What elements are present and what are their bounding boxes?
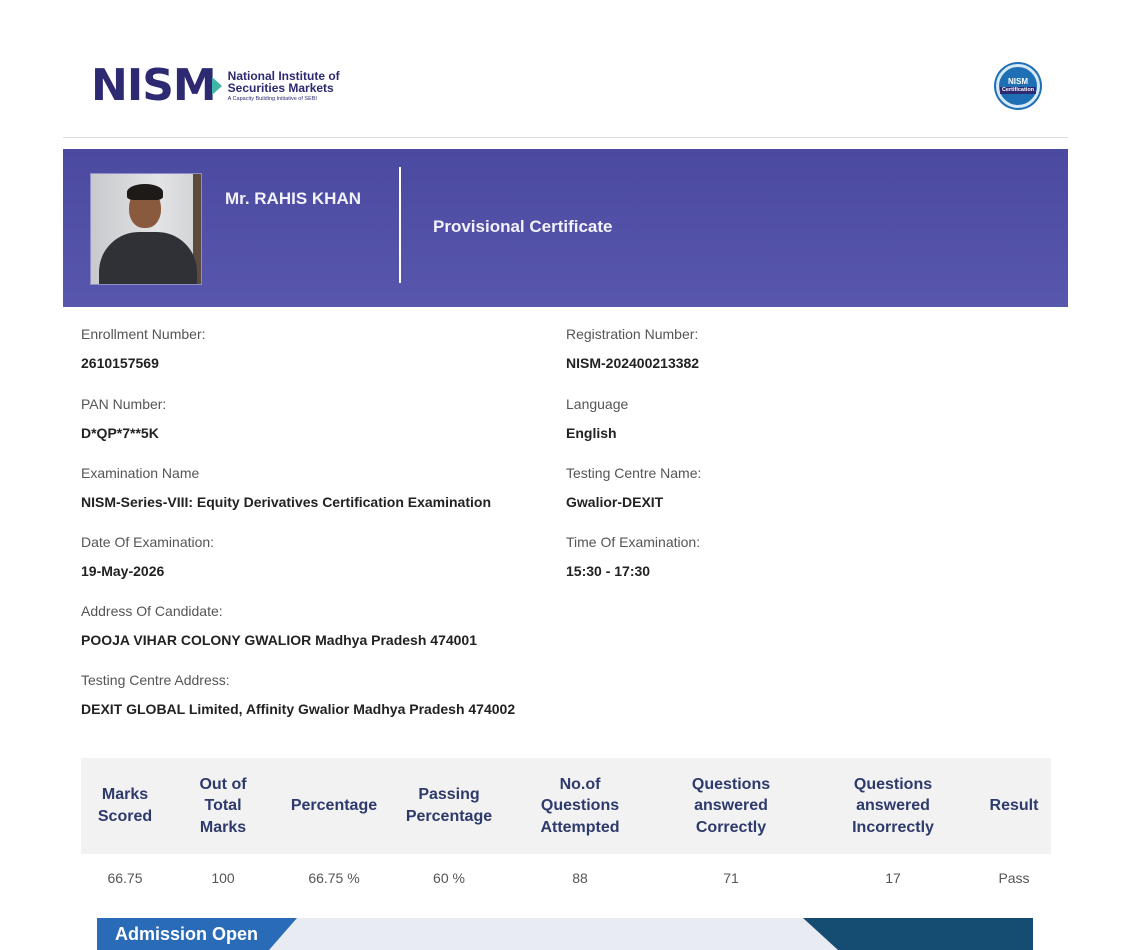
results-header-row: Marks Scored Out of Total Marks Percentage … [81, 758, 1051, 854]
certificate-title: Provisional Certificate [433, 217, 613, 236]
value-answered-incorrectly: 17 [885, 870, 901, 886]
admission-promo-banner[interactable]: Admission Open [97, 918, 1033, 950]
certificate-sheet: NISM National Institute of Securities Ma… [63, 34, 1068, 950]
enrollment-label: Enrollment Number: [81, 326, 206, 342]
candidate-name: Mr. RAHIS KHAN [225, 189, 362, 208]
language-field: Language English [566, 396, 628, 441]
centre-name-value: Gwalior-DEXIT [566, 494, 664, 510]
header-bar: NISM National Institute of Securities Ma… [63, 34, 1068, 138]
logo-text: National Institute of Securities Markets… [227, 69, 340, 103]
value-total-marks: 100 [211, 870, 235, 886]
centre-address-field: Testing Centre Address: DEXIT GLOBAL Lim… [81, 672, 515, 717]
language-value: English [566, 425, 617, 441]
pan-label: PAN Number: [81, 396, 167, 412]
value-result: Pass [998, 870, 1030, 886]
candidate-address-value: POOJA VIHAR COLONY GWALIOR Madhya Prades… [81, 632, 477, 648]
banner-divider [399, 167, 401, 283]
centre-name-field: Testing Centre Name: Gwalior-DEXIT [566, 465, 701, 510]
promo-label: Admission Open [115, 924, 259, 944]
value-answered-correctly: 71 [723, 870, 739, 886]
exam-time-field: Time Of Examination: 15:30 - 17:30 [566, 534, 700, 579]
nism-logo: NISM National Institute of Securities Ma… [91, 62, 340, 110]
candidate-photo [90, 173, 202, 285]
header-answered-correctly: Questions answered Correctly [653, 758, 809, 854]
exam-time-label: Time Of Examination: [566, 534, 701, 550]
exam-time-value: 15:30 - 17:30 [566, 563, 651, 579]
results-value-row: 66.75 100 66.75 % 60 % 88 71 17 Pass [81, 854, 1051, 902]
header-result: Result [977, 758, 1051, 854]
centre-address-label: Testing Centre Address: [81, 672, 230, 688]
value-passing-percentage: 60 % [433, 870, 465, 886]
results-table: Marks Scored Out of Total Marks Percentage … [81, 758, 1051, 902]
logo-line-2: Securities Markets [227, 81, 334, 96]
exam-date-value: 19-May-2026 [81, 563, 165, 579]
badge-line-1: NISM [1008, 76, 1028, 86]
exam-name-value: NISM-Series-VIII: Equity Derivatives Cer… [81, 494, 491, 510]
candidate-banner: Mr. RAHIS KHAN Provisional Certificate [63, 149, 1068, 307]
value-marks-scored: 66.75 [107, 870, 143, 886]
candidate-address-field: Address Of Candidate: POOJA VIHAR COLONY… [81, 603, 477, 648]
exam-date-label: Date Of Examination: [81, 534, 215, 550]
exam-name-label: Examination Name [81, 465, 200, 481]
value-questions-attempted: 88 [572, 870, 588, 886]
centre-address-value: DEXIT GLOBAL Limited, Affinity Gwalior M… [81, 701, 516, 717]
registration-value: NISM-202400213382 [566, 355, 700, 371]
value-percentage: 66.75 % [308, 870, 360, 886]
pan-value: D*QP*7**5K [81, 425, 159, 441]
badge-line-2: Certification [999, 86, 1037, 95]
enrollment-value: 2610157569 [81, 355, 159, 371]
header-out-of-total-marks: Out of Total Marks [169, 758, 277, 854]
language-label: Language [566, 396, 629, 412]
header-marks-scored: Marks Scored [81, 758, 169, 854]
pan-field: PAN Number: D*QP*7**5K [81, 396, 166, 441]
header-passing-percentage: Passing Percentage [391, 758, 507, 854]
exam-date-field: Date Of Examination: 19-May-2026 [81, 534, 214, 579]
logo-accent-icon [211, 77, 222, 95]
header-questions-attempted: No.of Questions Attempted [507, 758, 653, 854]
registration-label: Registration Number: [566, 326, 699, 342]
promo-decoration [803, 918, 1033, 950]
logo-line-3: A Capacity Building Initiative of SEBI [227, 95, 317, 102]
logo-mark: NISM [91, 60, 217, 111]
header-percentage: Percentage [277, 758, 391, 854]
certification-badge-icon: NISM Certification [996, 64, 1040, 108]
exam-name-field: Examination Name NISM-Series-VIII: Equit… [81, 465, 491, 510]
candidate-address-label: Address Of Candidate: [81, 603, 223, 619]
enrollment-field: Enrollment Number: 2610157569 [81, 326, 206, 371]
header-answered-incorrectly: Questions answered Incorrectly [809, 758, 977, 854]
registration-field: Registration Number: NISM-202400213382 [566, 326, 699, 371]
centre-name-label: Testing Centre Name: [566, 465, 702, 481]
